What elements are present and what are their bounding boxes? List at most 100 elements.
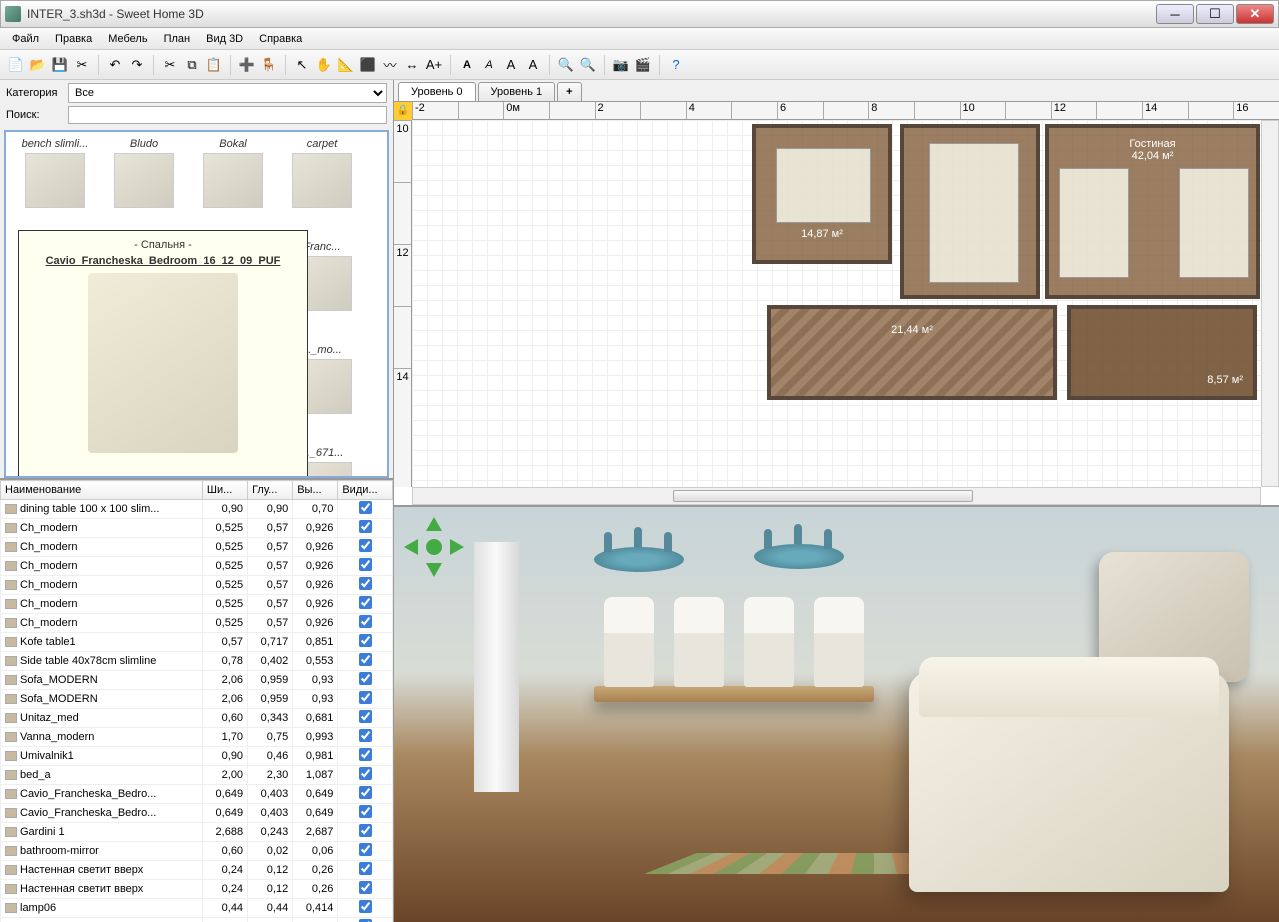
table-header[interactable]: Вы... xyxy=(293,481,338,500)
zoom-out-icon[interactable]: 🔍 xyxy=(578,55,598,75)
lock-icon[interactable]: 🔒 xyxy=(394,102,412,120)
table-row[interactable]: lamp06 0,440,440,414 xyxy=(1,918,393,922)
table-row[interactable]: Ch_modern 0,5250,570,926 xyxy=(1,614,393,633)
nav-left-icon[interactable] xyxy=(404,539,418,555)
visible-checkbox[interactable] xyxy=(359,539,372,552)
scrollbar-thumb[interactable] xyxy=(673,490,973,502)
wall-icon[interactable]: 📐 xyxy=(336,55,356,75)
nav-center-icon[interactable] xyxy=(426,539,442,555)
room-icon[interactable]: ⬛ xyxy=(358,55,378,75)
prefs-icon[interactable]: ✂ xyxy=(72,55,92,75)
pan-icon[interactable]: ✋ xyxy=(314,55,334,75)
table-row[interactable]: Ch_modern 0,5250,570,926 xyxy=(1,557,393,576)
visible-checkbox[interactable] xyxy=(359,767,372,780)
table-row[interactable]: Cavio_Francheska_Bedro... 0,6490,4030,64… xyxy=(1,785,393,804)
menu-furniture[interactable]: Мебель xyxy=(100,30,155,48)
redo-icon[interactable]: ↷ xyxy=(127,55,147,75)
visible-checkbox[interactable] xyxy=(359,634,372,647)
visible-checkbox[interactable] xyxy=(359,862,372,875)
table-row[interactable]: Ch_modern 0,5250,570,926 xyxy=(1,576,393,595)
table-row[interactable]: Side table 40x78cm slimline 0,780,4020,5… xyxy=(1,652,393,671)
room-dining[interactable] xyxy=(900,124,1040,299)
visible-checkbox[interactable] xyxy=(359,691,372,704)
visible-checkbox[interactable] xyxy=(359,615,372,628)
visible-checkbox[interactable] xyxy=(359,501,372,514)
italic-icon[interactable]: A xyxy=(479,55,499,75)
table-row[interactable]: Sofa_MODERN 2,060,9590,93 xyxy=(1,671,393,690)
table-header[interactable]: Наименование xyxy=(1,481,203,500)
table-row[interactable]: Ch_modern 0,5250,570,926 xyxy=(1,538,393,557)
search-input[interactable] xyxy=(68,106,387,124)
dimension-icon[interactable]: ↔ xyxy=(402,55,422,75)
table-row[interactable]: Настенная светит вверх 0,240,120,26 xyxy=(1,880,393,899)
visible-checkbox[interactable] xyxy=(359,748,372,761)
nav-3d-widget[interactable] xyxy=(404,517,464,577)
visible-checkbox[interactable] xyxy=(359,672,372,685)
table-row[interactable]: Ch_modern 0,5250,570,926 xyxy=(1,519,393,538)
nav-up-icon[interactable] xyxy=(426,517,442,531)
add-furniture-icon[interactable]: ➕ xyxy=(237,55,257,75)
table-row[interactable]: dining table 100 x 100 slim... 0,900,900… xyxy=(1,500,393,519)
catalog-item[interactable]: Bokal xyxy=(190,138,276,238)
menu-edit[interactable]: Правка xyxy=(47,30,100,48)
category-select[interactable]: Все xyxy=(68,83,387,103)
video-icon[interactable]: 🎬 xyxy=(633,55,653,75)
open-icon[interactable]: 📂 xyxy=(28,55,48,75)
catalog-list[interactable]: bench slimli...BludoBokalcarpetCa...Fran… xyxy=(4,130,389,478)
table-header[interactable]: Види... xyxy=(338,481,393,500)
visible-checkbox[interactable] xyxy=(359,729,372,742)
menu-help[interactable]: Справка xyxy=(251,30,310,48)
visible-checkbox[interactable] xyxy=(359,843,372,856)
visible-checkbox[interactable] xyxy=(359,786,372,799)
increase-icon[interactable]: A xyxy=(501,55,521,75)
plan-scrollbar-h[interactable] xyxy=(412,487,1261,505)
plan-canvas[interactable]: 14,87 м² Гостиная 42,04 м² 21,44 м² 8,57… xyxy=(412,120,1261,487)
visible-checkbox[interactable] xyxy=(359,653,372,666)
save-icon[interactable]: 💾 xyxy=(50,55,70,75)
maximize-button[interactable]: ☐ xyxy=(1196,4,1234,24)
visible-checkbox[interactable] xyxy=(359,710,372,723)
menu-plan[interactable]: План xyxy=(156,30,199,48)
table-row[interactable]: lamp06 0,440,440,414 xyxy=(1,899,393,918)
undo-icon[interactable]: ↶ xyxy=(105,55,125,75)
visible-checkbox[interactable] xyxy=(359,520,372,533)
table-row[interactable]: Cavio_Francheska_Bedro... 0,6490,4030,64… xyxy=(1,804,393,823)
copy-icon[interactable]: ⧉ xyxy=(182,55,202,75)
visible-checkbox[interactable] xyxy=(359,558,372,571)
visible-checkbox[interactable] xyxy=(359,900,372,913)
tab-level0[interactable]: Уровень 0 xyxy=(398,82,476,101)
table-header[interactable]: Ши... xyxy=(202,481,247,500)
table-row[interactable]: Настенная светит вверх 0,240,120,26 xyxy=(1,861,393,880)
table-row[interactable]: Umivalnik1 0,900,460,981 xyxy=(1,747,393,766)
table-row[interactable]: Sofa_MODERN 2,060,9590,93 xyxy=(1,690,393,709)
table-row[interactable]: Vanna_modern 1,700,750,993 xyxy=(1,728,393,747)
plan-scrollbar-v[interactable] xyxy=(1261,120,1279,487)
visible-checkbox[interactable] xyxy=(359,577,372,590)
visible-checkbox[interactable] xyxy=(359,824,372,837)
room-hall[interactable]: 21,44 м² xyxy=(767,305,1057,400)
catalog-item[interactable]: Bludo xyxy=(101,138,187,238)
room-bath[interactable]: 8,57 м² xyxy=(1067,305,1257,400)
paste-icon[interactable]: 📋 xyxy=(204,55,224,75)
photo-icon[interactable]: 📷 xyxy=(611,55,631,75)
table-row[interactable]: Ch_modern 0,5250,570,926 xyxy=(1,595,393,614)
visible-checkbox[interactable] xyxy=(359,596,372,609)
visible-checkbox[interactable] xyxy=(359,881,372,894)
catalog-item[interactable]: bench slimli... xyxy=(12,138,98,238)
menu-3dview[interactable]: Вид 3D xyxy=(198,30,251,48)
visible-checkbox[interactable] xyxy=(359,805,372,818)
import-furniture-icon[interactable]: 🪑 xyxy=(259,55,279,75)
bold-icon[interactable]: A xyxy=(457,55,477,75)
minimize-button[interactable]: ─ xyxy=(1156,4,1194,24)
table-header[interactable]: Глу... xyxy=(248,481,293,500)
close-button[interactable]: ✕ xyxy=(1236,4,1274,24)
table-row[interactable]: Gardini 1 2,6880,2432,687 xyxy=(1,823,393,842)
plan-view[interactable]: 🔒 -20м246810121416 101214 14,87 м² Гости… xyxy=(394,102,1279,507)
select-icon[interactable]: ↖ xyxy=(292,55,312,75)
new-icon[interactable]: 📄 xyxy=(6,55,26,75)
help-icon[interactable]: ? xyxy=(666,55,686,75)
nav-right-icon[interactable] xyxy=(450,539,464,555)
nav-down-icon[interactable] xyxy=(426,563,442,577)
text-icon[interactable]: A+ xyxy=(424,55,444,75)
catalog-item[interactable]: carpet xyxy=(279,138,365,238)
